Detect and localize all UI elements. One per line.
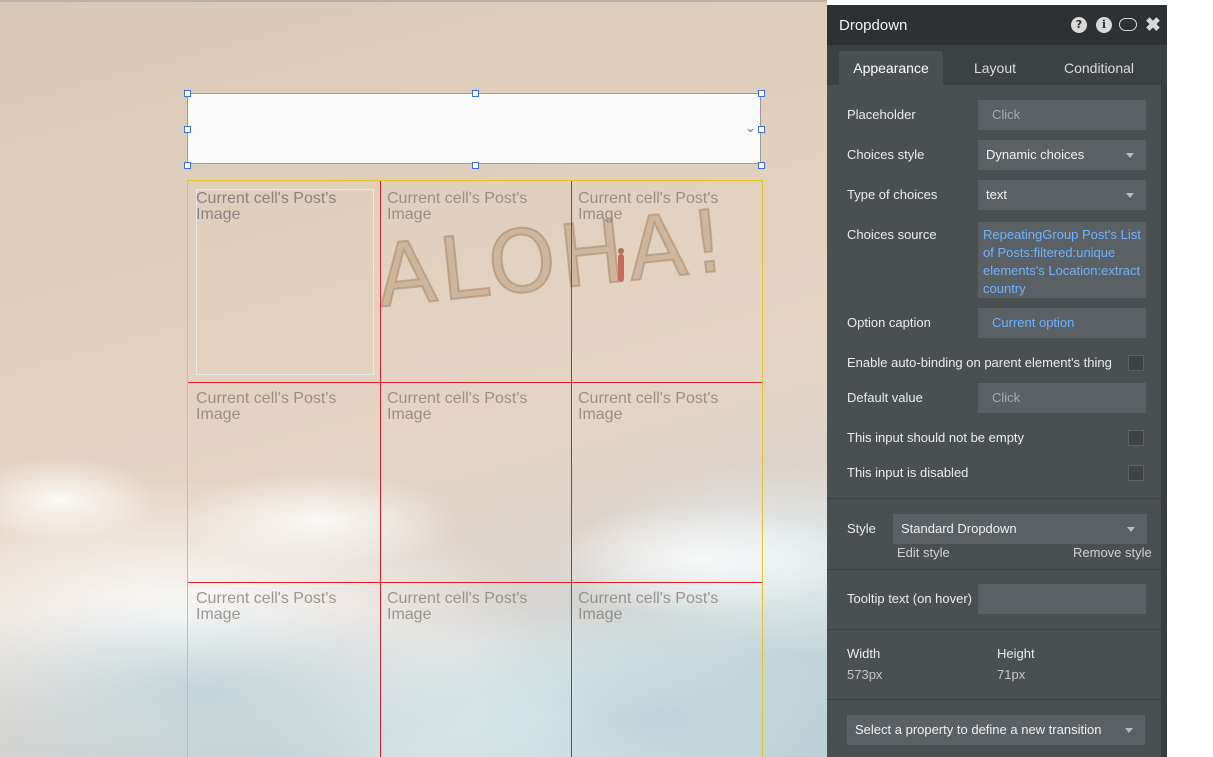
resize-handle-bottom-left[interactable] — [184, 162, 191, 169]
resize-handle-right[interactable] — [758, 126, 765, 133]
caret-down-icon — [1125, 728, 1133, 733]
edit-style-link[interactable]: Edit style — [897, 545, 950, 560]
tab-layout[interactable]: Layout — [957, 51, 1033, 85]
cell-image-label[interactable]: Current cell's Post's Image — [196, 391, 376, 423]
choices-style-value: Dynamic choices — [986, 147, 1085, 162]
resize-handle-bottom-right[interactable] — [758, 162, 765, 169]
cell-image-label[interactable]: Current cell's Post's Image — [387, 191, 567, 223]
caret-down-icon — [1126, 193, 1134, 198]
cell-image-label[interactable]: Current cell's Post's Image — [196, 591, 376, 623]
cell-divider-horizontal — [188, 582, 762, 583]
type-of-choices-select[interactable]: text — [978, 180, 1146, 210]
section-divider — [827, 498, 1161, 499]
resize-handle-top[interactable] — [472, 90, 479, 97]
height-label: Height — [997, 646, 1035, 661]
tooltip-input[interactable] — [978, 584, 1146, 614]
cell-divider-vertical — [380, 181, 381, 757]
section-divider — [827, 569, 1161, 570]
option-caption-expression[interactable]: Current option — [978, 308, 1146, 338]
choices-source-expression[interactable]: RepeatingGroup Post's List of Posts:filt… — [978, 222, 1146, 298]
width-label: Width — [847, 646, 881, 661]
tab-conditional[interactable]: Conditional — [1049, 51, 1149, 85]
caret-down-icon — [1127, 527, 1135, 532]
cell-divider-vertical — [571, 181, 572, 757]
choices-style-select[interactable]: Dynamic choices — [978, 140, 1146, 170]
not-empty-label: This input should not be empty — [847, 430, 1025, 445]
choices-style-label: Choices style — [847, 147, 925, 162]
cell-image-label[interactable]: Current cell's Post's Image — [387, 391, 567, 423]
panel-header[interactable]: Dropdown ? i ✖ — [827, 5, 1167, 45]
cell-image-label[interactable]: Current cell's Post's Image — [578, 591, 758, 623]
default-value-input[interactable]: Click — [978, 383, 1146, 413]
default-value-label: Default value — [847, 390, 923, 405]
property-editor-panel: Dropdown ? i ✖ Appearance Layout Conditi… — [827, 5, 1167, 757]
editor-canvas[interactable]: ALOHA! ⌄ Current cell's Post's Image Cur… — [0, 0, 827, 757]
height-value: 71px — [997, 667, 1026, 682]
cell-divider-horizontal — [188, 382, 762, 383]
placeholder-input[interactable]: Click — [978, 100, 1146, 130]
tooltip-label: Tooltip text (on hover) — [847, 591, 973, 606]
info-icon[interactable]: i — [1096, 17, 1112, 33]
panel-title: Dropdown — [839, 17, 908, 34]
cell-image-label[interactable]: Current cell's Post's Image — [387, 591, 567, 623]
auto-binding-label: Enable auto-binding on parent element's … — [847, 355, 1112, 370]
style-value: Standard Dropdown — [901, 521, 1017, 536]
dropdown-element[interactable]: ⌄ — [187, 93, 761, 164]
choices-source-label: Choices source — [847, 227, 937, 242]
chevron-down-icon: ⌄ — [745, 120, 756, 135]
type-of-choices-value: text — [986, 187, 1007, 202]
help-icon[interactable]: ? — [1071, 17, 1087, 33]
section-divider — [827, 629, 1161, 630]
panel-tabs: Appearance Layout Conditional — [827, 45, 1167, 85]
transition-select[interactable]: Select a property to define a new transi… — [847, 715, 1145, 745]
disabled-checkbox[interactable] — [1128, 465, 1144, 481]
transition-placeholder: Select a property to define a new transi… — [855, 722, 1102, 737]
resize-handle-top-right[interactable] — [758, 90, 765, 97]
resize-handle-left[interactable] — [184, 126, 191, 133]
remove-style-link[interactable]: Remove style — [1073, 545, 1152, 560]
not-empty-checkbox[interactable] — [1128, 430, 1144, 446]
cell-image-label[interactable]: Current cell's Post's Image — [578, 391, 758, 423]
disabled-label: This input is disabled — [847, 465, 969, 480]
width-value: 573px — [847, 667, 883, 682]
option-caption-label: Option caption — [847, 315, 931, 330]
caret-down-icon — [1126, 153, 1134, 158]
repeating-group[interactable]: Current cell's Post's Image Current cell… — [187, 180, 763, 757]
auto-binding-checkbox[interactable] — [1128, 355, 1144, 371]
cell-image-label[interactable]: Current cell's Post's Image — [578, 191, 758, 223]
section-divider — [827, 699, 1161, 700]
panel-scrollbar[interactable] — [1161, 85, 1167, 757]
cell-image-label[interactable]: Current cell's Post's Image — [196, 191, 376, 223]
resize-handle-top-left[interactable] — [184, 90, 191, 97]
placeholder-label: Placeholder — [847, 107, 916, 122]
type-of-choices-label: Type of choices — [847, 187, 938, 202]
style-label: Style — [847, 521, 876, 536]
comment-icon[interactable] — [1119, 18, 1137, 31]
tab-appearance[interactable]: Appearance — [839, 51, 943, 85]
resize-handle-bottom[interactable] — [472, 162, 479, 169]
style-select[interactable]: Standard Dropdown — [893, 514, 1147, 544]
canvas-top-edge — [0, 0, 827, 2]
close-icon[interactable]: ✖ — [1145, 14, 1161, 37]
